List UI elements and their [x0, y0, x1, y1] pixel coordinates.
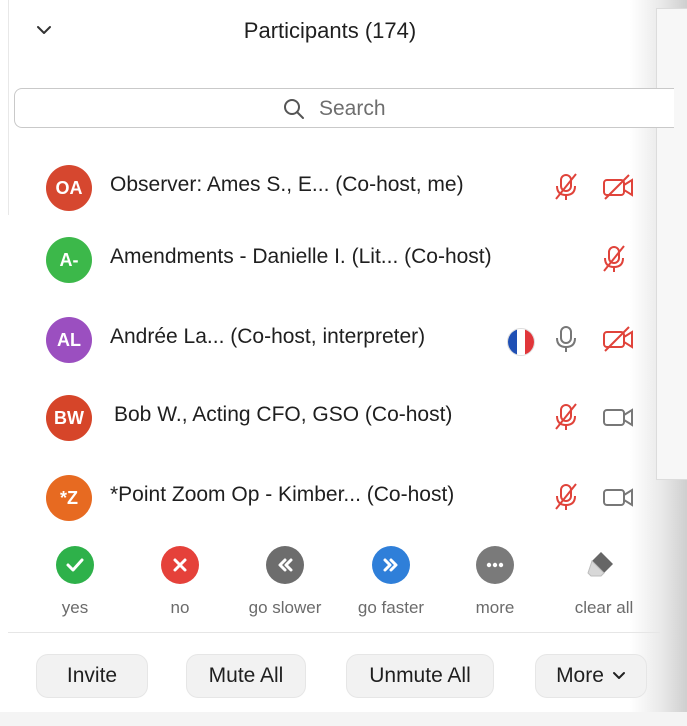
check-icon	[56, 546, 94, 584]
search-placeholder: Search	[319, 97, 386, 120]
avatar: OA	[46, 165, 92, 211]
participant-row[interactable]: A- Amendments - Danielle I. (Lit... (Co-…	[0, 230, 660, 286]
reaction-no[interactable]: no	[125, 540, 235, 618]
reaction-yes[interactable]: yes	[20, 540, 130, 618]
mic-muted-icon[interactable]	[550, 401, 582, 433]
participant-name: Observer: Ames S., E... (Co-host, me)	[110, 173, 464, 196]
avatar: AL	[46, 317, 92, 363]
panel-title: Participants (174)	[243, 18, 417, 43]
reaction-label: go slower	[248, 598, 322, 617]
avatar: BW	[46, 395, 92, 441]
participant-row[interactable]: BW Bob W., Acting CFO, GSO (Co-host)	[0, 388, 660, 444]
mic-muted-icon[interactable]	[550, 481, 582, 513]
video-on-icon[interactable]	[602, 401, 634, 433]
reaction-go-slower[interactable]: go slower	[230, 540, 340, 618]
x-icon	[161, 546, 199, 584]
avatar: A-	[46, 237, 92, 283]
invite-button[interactable]: Invite	[36, 654, 148, 698]
reaction-clear-all[interactable]: clear all	[549, 540, 659, 618]
participant-name: Bob W., Acting CFO, GSO (Co-host)	[114, 403, 453, 426]
participant-row[interactable]: OA Observer: Ames S., E... (Co-host, me)	[0, 158, 660, 214]
adjacent-window-edge	[656, 8, 687, 480]
reaction-label: clear all	[574, 598, 634, 617]
reaction-label: more	[475, 598, 515, 617]
nonverbal-feedback-bar: yes no go slower go faster more clear al…	[0, 540, 660, 620]
participant-name: *Point Zoom Op - Kimber... (Co-host)	[110, 483, 455, 506]
more-button-label: More	[556, 664, 604, 687]
mute-all-button[interactable]: Mute All	[186, 654, 306, 698]
reaction-go-faster[interactable]: go faster	[336, 540, 446, 618]
participant-name: Amendments - Danielle I. (Lit... (Co-hos…	[110, 245, 492, 268]
fast-forward-icon	[372, 546, 410, 584]
footer-divider	[8, 632, 660, 633]
rewind-icon	[266, 546, 304, 584]
avatar: *Z	[46, 475, 92, 521]
participant-row[interactable]: *Z *Point Zoom Op - Kimber... (Co-host)	[0, 468, 660, 524]
reaction-label: no	[170, 598, 190, 617]
unmute-all-button[interactable]: Unmute All	[346, 654, 494, 698]
search-input[interactable]: Search	[14, 88, 674, 128]
video-off-icon[interactable]	[602, 171, 634, 203]
participant-name: Andrée La... (Co-host, interpreter)	[110, 325, 426, 348]
mic-on-icon[interactable]	[550, 323, 582, 355]
panel-header: Participants (174)	[0, 0, 660, 70]
participant-row[interactable]: AL Andrée La... (Co-host, interpreter)	[0, 310, 660, 366]
more-button[interactable]: More	[535, 654, 647, 698]
eraser-icon	[585, 546, 623, 584]
video-on-icon[interactable]	[602, 481, 634, 513]
chevron-down-icon	[612, 669, 626, 683]
reaction-more[interactable]: more	[440, 540, 550, 618]
bottom-edge	[0, 712, 687, 726]
search-icon	[283, 98, 305, 120]
mic-muted-icon[interactable]	[550, 171, 582, 203]
more-dots-icon	[476, 546, 514, 584]
reaction-label: yes	[61, 598, 89, 617]
france-flag-icon	[507, 328, 535, 356]
mic-muted-icon[interactable]	[598, 243, 630, 275]
video-off-icon[interactable]	[602, 323, 634, 355]
reaction-label: go faster	[357, 598, 425, 617]
